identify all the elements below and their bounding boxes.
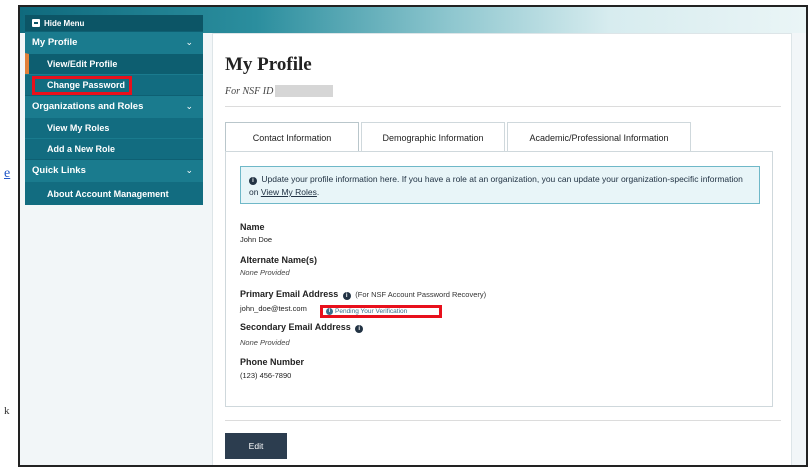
screenshot-frame: Hide Menu My Profile ⌄ View/Edit Profile…	[18, 5, 808, 467]
section-label: Quick Links	[32, 165, 86, 176]
edit-button[interactable]: Edit	[225, 433, 287, 459]
primary-email-row: Primary Email Address i (For NSF Account…	[240, 289, 486, 300]
tab-academic-professional-information[interactable]: Academic/Professional Information	[507, 122, 691, 152]
info-text: Update your profile information here. If…	[249, 174, 743, 197]
tab-label: Contact Information	[252, 132, 332, 143]
main-content: My Profile For NSF ID Contact Informatio…	[212, 33, 792, 465]
primary-email-label: Primary Email Address	[240, 289, 339, 299]
info-icon[interactable]: i	[355, 325, 364, 333]
chevron-down-icon: ⌄	[185, 101, 193, 111]
secondary-email-value: None Provided	[240, 338, 290, 347]
phone-label: Phone Number	[240, 357, 305, 367]
name-label: Name	[240, 222, 265, 232]
alternate-name-label: Alternate Name(s)	[240, 255, 318, 265]
page-title: My Profile	[225, 54, 312, 75]
secondary-email-label: Secondary Email Address	[240, 322, 351, 332]
sidebar-item-label: About Account Management	[47, 188, 169, 199]
tab-contact-information[interactable]: Contact Information	[225, 122, 359, 152]
hide-menu-button[interactable]: Hide Menu	[25, 15, 203, 31]
nsf-id-line: For NSF ID	[225, 85, 334, 97]
sidebar-item-about-account-management[interactable]: About Account Management	[25, 181, 203, 205]
divider	[225, 420, 781, 421]
pending-verification-badge[interactable]: i Pending Your Verification	[320, 305, 442, 318]
sidebar-item-add-a-new-role[interactable]: Add a New Role	[25, 138, 203, 159]
sidebar-item-label: View My Roles	[47, 123, 110, 133]
section-label: Organizations and Roles	[32, 101, 144, 112]
phone-value: (123) 456-7890	[240, 371, 292, 380]
sidebar-item-view-my-roles[interactable]: View My Roles	[25, 117, 203, 138]
tab-label: Demographic Information	[382, 132, 484, 143]
sidebar-section-quick-links[interactable]: Quick Links ⌄	[25, 159, 203, 181]
info-icon: i	[326, 308, 333, 315]
sidebar-item-label: Add a New Role	[47, 144, 116, 154]
tab-demographic-information[interactable]: Demographic Information	[361, 122, 505, 152]
partial-text-fragment: k	[4, 405, 10, 417]
info-text-end: .	[316, 187, 320, 197]
secondary-email-row: Secondary Email Address i	[240, 322, 364, 333]
sidebar-item-change-password[interactable]: Change Password	[25, 74, 203, 95]
redacted-nsf-id	[275, 85, 334, 97]
partial-link-fragment[interactable]: e	[4, 166, 14, 184]
tab-label: Academic/Professional Information	[529, 132, 669, 143]
profile-tabs: Contact Information Demographic Informat…	[225, 122, 693, 152]
sidebar-section-organizations-and-roles[interactable]: Organizations and Roles ⌄	[25, 95, 203, 117]
collapse-icon	[32, 19, 40, 27]
highlight-box	[32, 76, 132, 95]
hide-menu-label: Hide Menu	[44, 18, 85, 28]
chevron-down-icon: ⌄	[185, 37, 193, 47]
info-icon: i	[249, 177, 257, 185]
name-value: John Doe	[240, 235, 273, 244]
section-label: My Profile	[32, 37, 78, 48]
sidebar-item-label: View/Edit Profile	[47, 59, 118, 69]
pending-verification-text: Pending Your Verification	[335, 308, 408, 315]
contact-information-panel: i Update your profile information here. …	[225, 151, 773, 407]
primary-email-note: (For NSF Account Password Recovery)	[355, 290, 487, 299]
chevron-down-icon: ⌄	[185, 165, 193, 175]
sidebar-item-view-edit-profile[interactable]: View/Edit Profile	[25, 53, 203, 74]
sidebar-section-my-profile[interactable]: My Profile ⌄	[25, 31, 203, 53]
info-icon[interactable]: i	[342, 292, 351, 300]
sidebar-menu: Hide Menu My Profile ⌄ View/Edit Profile…	[25, 15, 203, 205]
info-alert: i Update your profile information here. …	[240, 166, 760, 204]
view-my-roles-link[interactable]: View My Roles	[261, 187, 317, 197]
divider	[225, 106, 781, 107]
nsf-id-label: For NSF ID	[225, 85, 274, 97]
primary-email-value: john_doe@test.com	[240, 304, 307, 313]
alternate-name-value: None Provided	[240, 268, 290, 277]
